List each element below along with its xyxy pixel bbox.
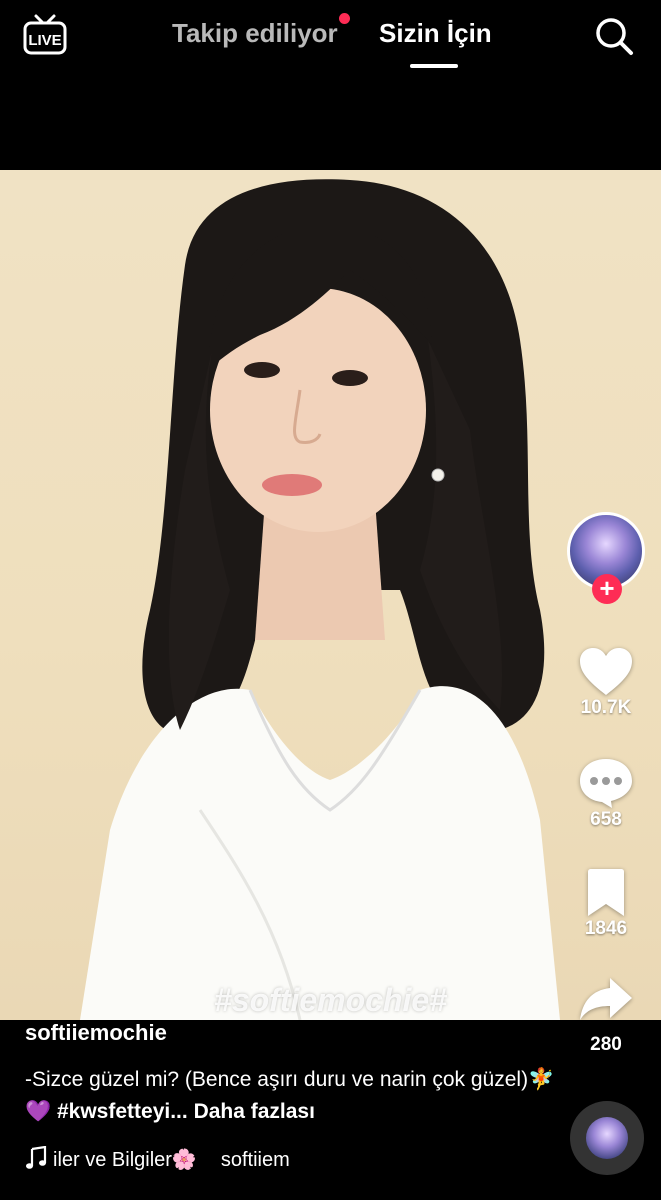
live-label: LIVE <box>28 32 61 49</box>
creator-avatar[interactable]: + <box>567 512 645 604</box>
see-more-link[interactable]: Daha fazlası <box>194 1100 315 1123</box>
tab-for-you[interactable]: Sizin İçin <box>379 18 492 49</box>
video-watermark: #softiemochie# <box>214 982 447 1018</box>
bookmark-button[interactable]: 1846 <box>572 868 640 940</box>
music-disc[interactable] <box>570 1101 644 1175</box>
like-button[interactable]: 10.7K <box>572 647 640 719</box>
comment-button[interactable]: 658 <box>572 757 640 831</box>
video-frame-portrait <box>80 179 560 1020</box>
comment-icon <box>580 759 632 808</box>
music-note-icon <box>26 1146 47 1169</box>
creator-username[interactable]: softiiemochie <box>25 1020 167 1046</box>
top-nav-bar: LIVE Takip ediliyor Sizin İçin <box>0 0 661 80</box>
search-icon[interactable] <box>594 16 634 56</box>
bookmark-icon <box>588 869 624 916</box>
like-count: 10.7K <box>580 697 632 718</box>
tab-following[interactable]: Takip ediliyor <box>172 18 338 49</box>
plus-icon: + <box>599 573 615 603</box>
share-button[interactable]: 280 <box>572 976 640 1056</box>
music-title: iler ve Bilgiler🌸 <box>53 1149 197 1171</box>
music-disc-cover <box>586 1117 628 1159</box>
live-icon[interactable]: LIVE <box>22 12 68 56</box>
share-count: 280 <box>590 1034 622 1055</box>
heart-icon <box>580 648 632 695</box>
share-icon <box>580 978 632 1020</box>
follow-button[interactable]: + <box>592 574 622 604</box>
video-player[interactable]: #softiemochie# <box>0 170 661 1020</box>
music-info[interactable]: iler ve Bilgiler🌸 softiiem <box>25 1146 290 1172</box>
bookmark-count: 1846 <box>584 918 628 939</box>
hashtag-link[interactable]: #kwsfetteyi... <box>57 1100 188 1123</box>
music-artist: softiiem <box>220 1149 290 1171</box>
notification-dot <box>339 13 350 24</box>
video-caption: -Sizce güzel mi? (Bence aşırı duru ve na… <box>25 1064 555 1128</box>
active-tab-indicator <box>410 64 458 68</box>
comment-count: 658 <box>590 809 622 830</box>
